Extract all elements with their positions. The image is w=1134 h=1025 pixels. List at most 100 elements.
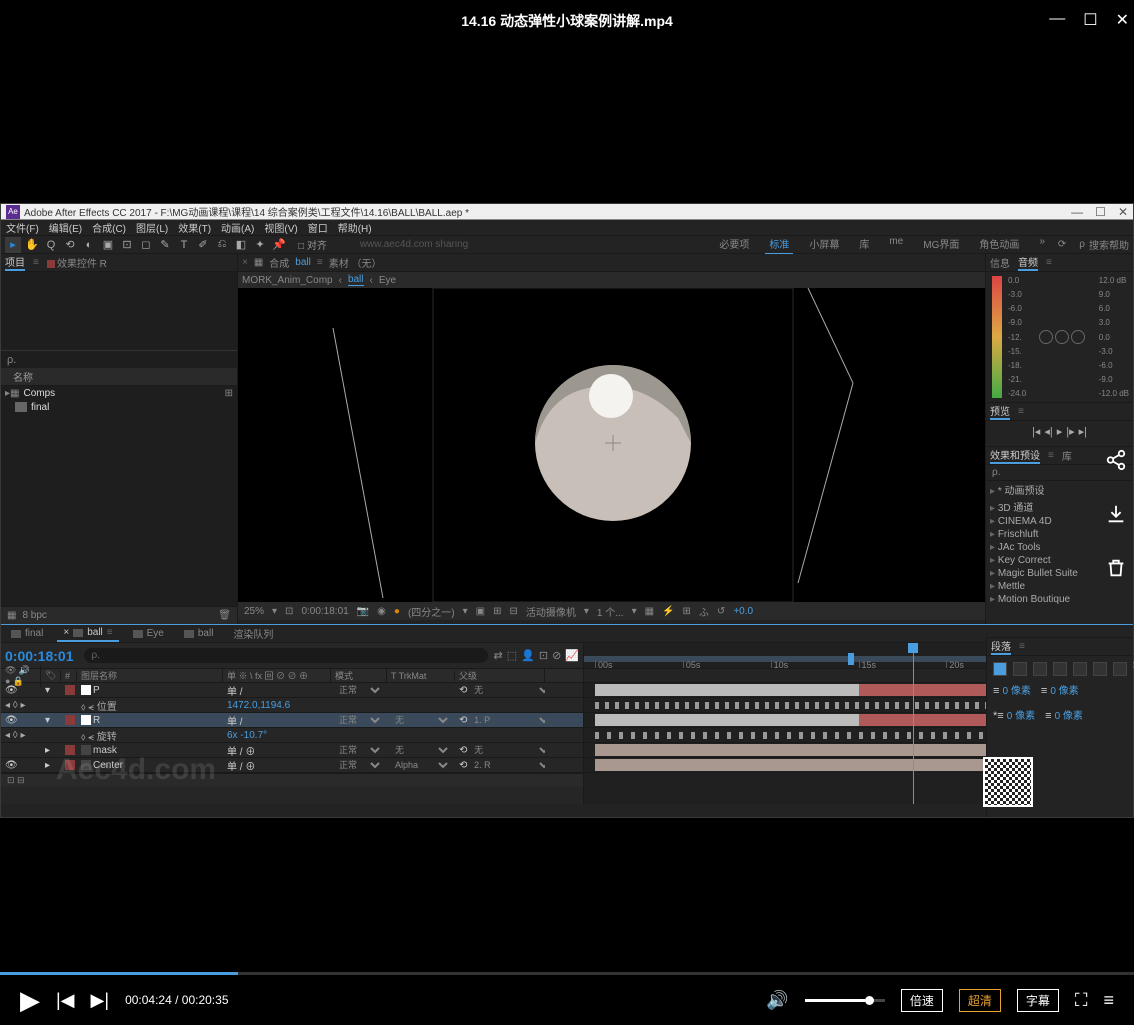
- eraser-tool-icon[interactable]: ◧: [233, 237, 249, 253]
- hand-tool-icon[interactable]: ✋: [24, 237, 40, 253]
- layer-row-mask[interactable]: ▸ 3 mask 单 / ⊕ 正常 无 ⟲ 无: [1, 743, 583, 758]
- share-icon[interactable]: [1101, 445, 1131, 475]
- menu-help[interactable]: 帮助(H): [338, 220, 372, 235]
- hide-shy-icon[interactable]: 👤: [521, 649, 535, 662]
- layer-p-parent-select[interactable]: 无: [470, 684, 545, 696]
- download-icon[interactable]: [1101, 499, 1131, 529]
- comp-show-snapshot-icon[interactable]: ◉: [377, 606, 386, 617]
- volume-slider[interactable]: [805, 999, 885, 1002]
- playlist-icon[interactable]: ≡: [1103, 990, 1114, 1011]
- menu-window[interactable]: 窗口: [308, 220, 328, 235]
- project-trash-icon[interactable]: 🗑: [218, 610, 231, 621]
- volume-icon[interactable]: 🔊: [766, 990, 788, 1011]
- timeline-tab-render-queue[interactable]: 渲染队列: [227, 624, 279, 643]
- audio-knob-1[interactable]: [1039, 330, 1053, 344]
- align-left-icon[interactable]: [993, 662, 1007, 676]
- layer-header-mode[interactable]: 模式: [331, 669, 387, 682]
- project-comp-final[interactable]: final: [1, 400, 237, 414]
- workspace-essentials[interactable]: 必要项: [715, 234, 753, 255]
- layer-header-trkmat[interactable]: T TrkMat: [387, 671, 455, 681]
- comp-flowchart-icon[interactable]: ふ: [699, 604, 709, 619]
- layer-r-parent-select[interactable]: 1. P: [470, 714, 545, 726]
- indent-right-value[interactable]: 0 像素: [1050, 686, 1078, 697]
- effect-cat-motion-boutique[interactable]: Motion Boutique: [986, 593, 1133, 606]
- audio-tab[interactable]: 音频: [1018, 254, 1038, 271]
- preview-play-icon[interactable]: ▸: [1057, 425, 1063, 438]
- audio-knob-3[interactable]: [1071, 330, 1085, 344]
- align-center-icon[interactable]: [1013, 662, 1027, 676]
- layer-row-center[interactable]: 👁▸ 4 Center 单 / ⊕ 正常 Alpha ⟲ 2. R: [1, 758, 583, 773]
- clone-tool-icon[interactable]: ⎌: [214, 237, 230, 253]
- comp-grid-icon[interactable]: ⊞: [493, 606, 501, 617]
- timeline-tab-ball2[interactable]: ball: [178, 626, 220, 641]
- workspace-more[interactable]: »: [1035, 234, 1049, 255]
- comp-timeline-icon[interactable]: ⊞: [683, 606, 691, 617]
- layer-center-parent-select[interactable]: 2. R: [470, 759, 545, 771]
- orbit-tool-icon[interactable]: ⟲: [62, 237, 78, 253]
- menu-layer[interactable]: 图层(L): [136, 220, 168, 235]
- layer-mask-trkmat-select[interactable]: 无: [391, 744, 451, 756]
- layer-header-num[interactable]: #: [61, 671, 77, 681]
- draft-3d-icon[interactable]: ⬚: [507, 649, 517, 662]
- library-tab[interactable]: 库: [1062, 448, 1072, 463]
- workspace-mg[interactable]: MG界面: [919, 234, 963, 255]
- justify-center-icon[interactable]: [1073, 662, 1087, 676]
- camera-tool-icon[interactable]: ▣: [100, 237, 116, 253]
- comp-mini-flowchart-icon[interactable]: ⇄: [494, 649, 503, 662]
- motion-blur-icon[interactable]: ⊘: [552, 649, 561, 662]
- comp-tab-ball[interactable]: ball: [295, 257, 311, 268]
- layer-header-parent[interactable]: 父级: [455, 669, 545, 682]
- effects-presets-tab[interactable]: 效果和预设: [990, 447, 1040, 464]
- comp-resolution[interactable]: (四分之一): [408, 604, 455, 619]
- justify-right-icon[interactable]: [1093, 662, 1107, 676]
- timeline-timecode[interactable]: 0:00:18:01: [5, 648, 74, 664]
- info-tab[interactable]: 信息: [990, 255, 1010, 270]
- preview-last-frame-icon[interactable]: ▸|: [1079, 425, 1087, 438]
- layer-r-trkmat-select[interactable]: 无: [391, 714, 451, 726]
- comp-fast-preview-icon[interactable]: ⚡: [662, 606, 674, 617]
- brush-tool-icon[interactable]: ✐: [195, 237, 211, 253]
- preview-tab[interactable]: 预览: [990, 403, 1010, 420]
- breadcrumb-eye[interactable]: Eye: [379, 275, 396, 286]
- comp-timecode[interactable]: 0:00:18:01: [301, 606, 348, 617]
- layer-prop-position[interactable]: ◂ ◊ ▸ ⬨ ⪪ 位置 1472.0,1194.6: [1, 698, 583, 713]
- workspace-standard[interactable]: 标准: [765, 234, 793, 255]
- snap-checkbox[interactable]: □ 对齐: [298, 237, 327, 252]
- layer-r-mode-select[interactable]: 正常: [335, 714, 383, 726]
- delete-icon[interactable]: [1101, 553, 1131, 583]
- workspace-character[interactable]: 角色动画: [975, 234, 1023, 255]
- comp-lock-icon[interactable]: ▦: [254, 257, 263, 268]
- breadcrumb-mork[interactable]: MORK_Anim_Comp: [242, 275, 333, 286]
- comp-pixel-ar-icon[interactable]: ▦: [645, 606, 654, 617]
- project-header-name[interactable]: 名称: [1, 368, 237, 386]
- minimize-icon[interactable]: —: [1049, 10, 1065, 30]
- timeline-tab-eye[interactable]: Eye: [127, 626, 170, 641]
- quality-button[interactable]: 超清: [959, 989, 1001, 1012]
- layer-mask-mode-select[interactable]: 正常: [335, 744, 383, 756]
- ae-maximize-icon[interactable]: ☐: [1095, 205, 1106, 219]
- ae-close-icon[interactable]: ✕: [1118, 205, 1128, 219]
- rotate-tool-icon[interactable]: ◐: [81, 237, 97, 253]
- menu-view[interactable]: 视图(V): [264, 220, 297, 235]
- project-folder-comps[interactable]: ▸▦Comps ⊞: [1, 386, 237, 400]
- project-interpret-icon[interactable]: ▦: [7, 610, 16, 621]
- close-icon[interactable]: ✕: [1116, 10, 1129, 30]
- justify-left-icon[interactable]: [1053, 662, 1067, 676]
- project-bpc[interactable]: 8 bpc: [22, 610, 46, 621]
- roto-tool-icon[interactable]: ✦: [252, 237, 268, 253]
- type-tool-icon[interactable]: T: [176, 237, 192, 253]
- comp-guides-icon[interactable]: ⊟: [509, 606, 517, 617]
- timeline-playhead[interactable]: [913, 643, 914, 804]
- space-before-value[interactable]: 0 像素: [1055, 711, 1083, 722]
- align-right-icon[interactable]: [1033, 662, 1047, 676]
- menu-file[interactable]: 文件(F): [6, 220, 39, 235]
- layer-header-av[interactable]: 👁 🔊 ● 🔒: [1, 665, 41, 687]
- timeline-tab-final[interactable]: final: [5, 626, 49, 641]
- effect-controls-tab[interactable]: 效果控件 R: [47, 255, 107, 270]
- layer-row-p[interactable]: 👁▾ 1 P 单 / 正常 ⟲ 无: [1, 683, 583, 698]
- timeline-tab-ball[interactable]: ×ball≡: [57, 625, 118, 642]
- comp-roi-icon[interactable]: ▣: [476, 606, 485, 617]
- frame-blend-icon[interactable]: ⊡: [539, 649, 548, 662]
- maximize-icon[interactable]: ☐: [1083, 10, 1097, 30]
- comp-snapshot-icon[interactable]: 📷: [357, 606, 369, 617]
